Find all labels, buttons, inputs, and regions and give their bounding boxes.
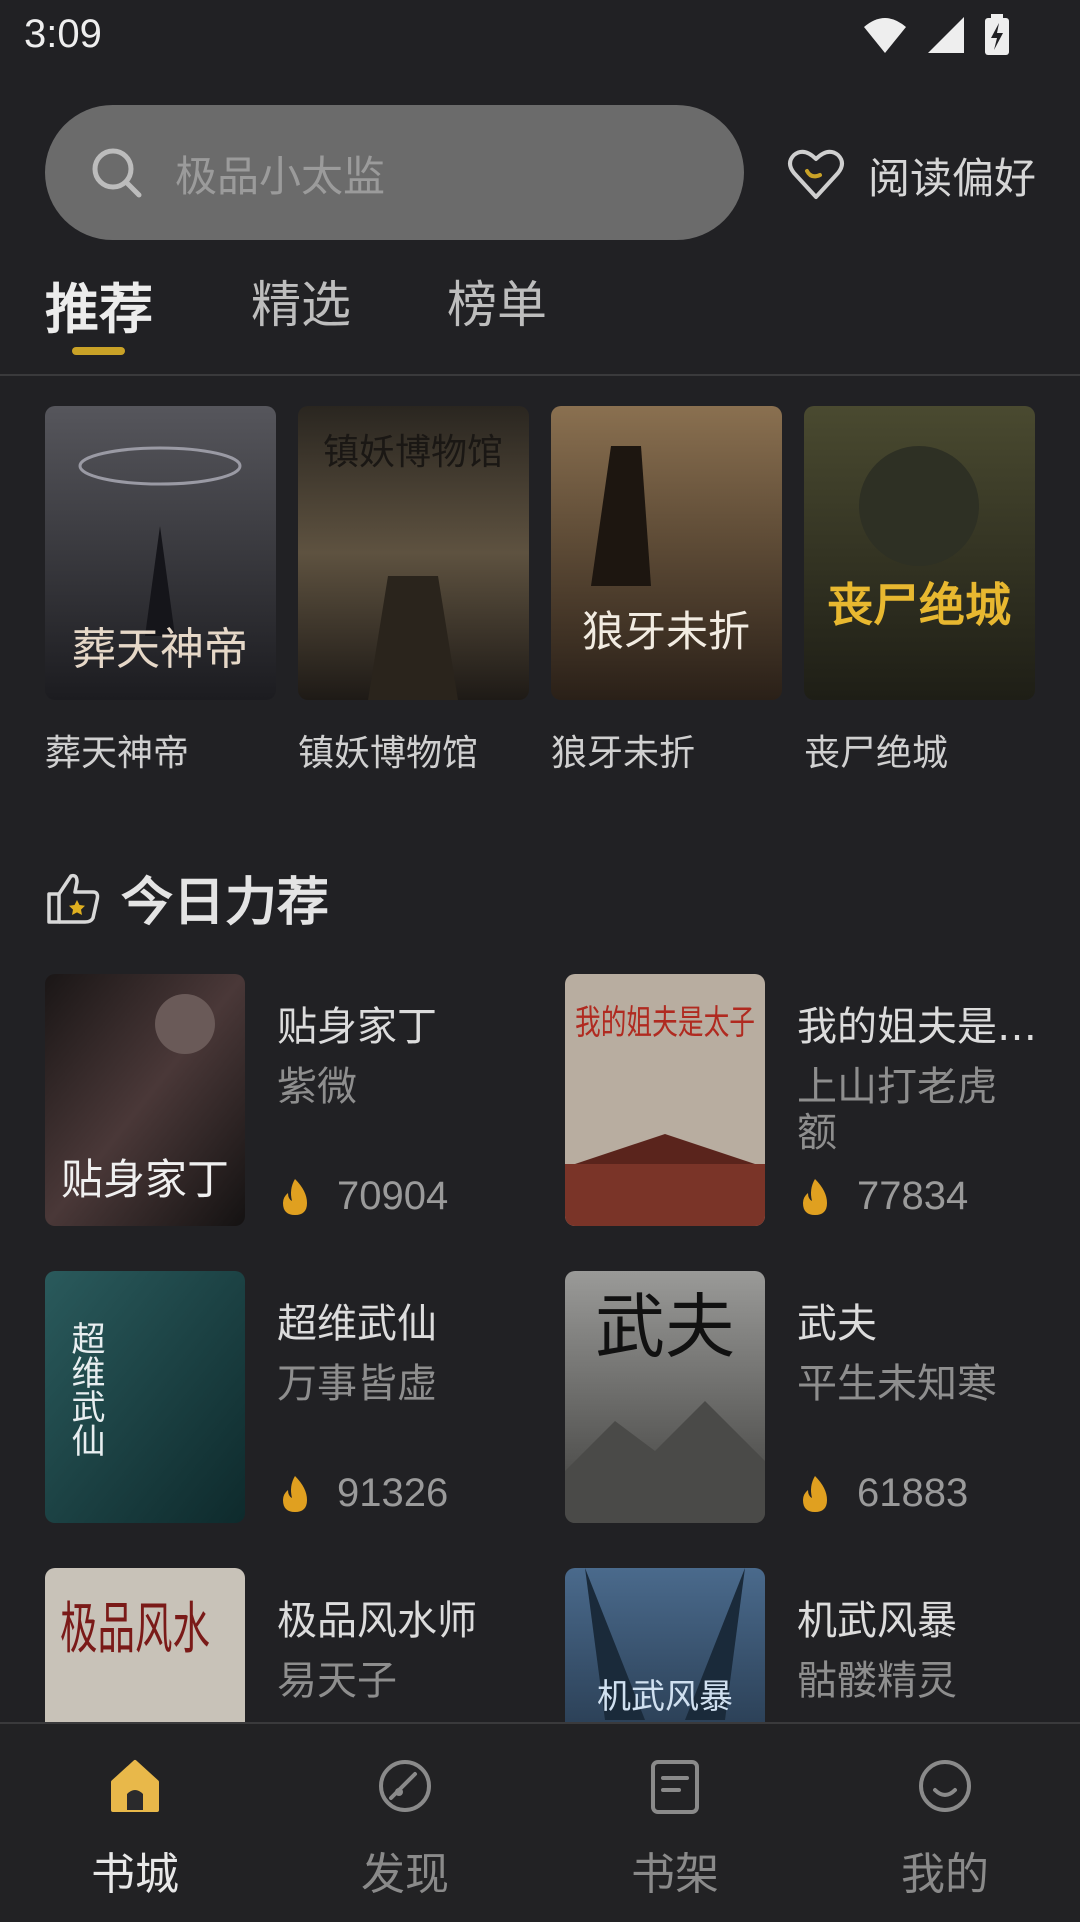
popularity-score: 77834 [857, 1174, 969, 1218]
recommendation-card[interactable]: 武夫 武夫 平生未知寒 61883 [565, 1271, 1065, 1523]
wifi-icon [864, 18, 906, 53]
recommendation-card[interactable]: 极品风水 极品风水师 易天子 [45, 1568, 545, 1722]
svg-text:极品风水: 极品风水 [60, 1597, 210, 1662]
reading-preference-label: 阅读偏好 [868, 153, 1037, 203]
book-card[interactable]: 丧尸绝城 丧尸绝城 [804, 406, 1035, 774]
book-cover: 丧尸绝城 [804, 406, 1035, 700]
book-author: 骷髅精灵 [797, 1658, 957, 1704]
book-title: 葬天神帝 [45, 733, 190, 774]
nav-label: 发现 [361, 1849, 449, 1900]
popularity-score: 70904 [337, 1174, 449, 1218]
section-header: 今日力荐 [45, 860, 329, 935]
search-placeholder: 极品小太监 [175, 152, 386, 201]
divider [0, 374, 1080, 376]
tab-rankings[interactable]: 榜单 [447, 265, 547, 337]
nav-bookshelf[interactable]: 书架 [540, 1724, 810, 1922]
nav-profile[interactable]: 我的 [810, 1724, 1080, 1922]
signal-icon [928, 17, 964, 53]
nav-label: 我的 [901, 1849, 989, 1900]
bookshelf-icon [651, 1760, 699, 1814]
book-cover: 贴身家丁 [45, 974, 245, 1226]
search-icon [92, 148, 142, 198]
nav-discover[interactable]: 发现 [270, 1724, 540, 1922]
fire-icon [283, 1475, 307, 1512]
book-title: 贴身家丁 [277, 1004, 437, 1050]
recommendation-list: 贴身家丁 贴身家丁 紫微 70904 我的姐夫是太子 我的姐夫是太子 上山打老虎… [0, 974, 1080, 1722]
recommendation-card[interactable]: 我的姐夫是太子 我的姐夫是太子 上山打老虎额 77834 [565, 974, 1065, 1226]
status-bar: 3:09 [0, 0, 1080, 72]
reading-preference-button[interactable]: 阅读偏好 [786, 140, 1036, 210]
book-card[interactable]: 葬天神帝 葬天神帝 [45, 406, 276, 774]
popularity: 61883 [797, 1471, 968, 1516]
svg-text:狼牙未折: 狼牙未折 [582, 607, 750, 656]
book-title: 丧尸绝城 [804, 733, 949, 774]
svg-text:丧尸绝城: 丧尸绝城 [827, 578, 1011, 632]
popularity: 70904 [277, 1174, 448, 1219]
book-cover: 极品风水 [45, 1568, 245, 1722]
nav-label: 书城 [91, 1849, 179, 1900]
fire-icon [803, 1178, 827, 1215]
profile-icon [919, 1760, 971, 1812]
book-cover: 狼牙未折 [551, 406, 782, 700]
battery-icon [985, 14, 1009, 55]
book-author: 易天子 [277, 1658, 397, 1704]
status-icons [862, 14, 1010, 56]
book-card[interactable]: 镇妖博物馆 镇妖博物馆 [298, 406, 529, 774]
book-author: 万事皆虚 [277, 1361, 437, 1407]
svg-text:超维武仙: 超维武仙 [65, 1321, 105, 1457]
svg-text:我的姐夫是太子: 我的姐夫是太子 [575, 1003, 755, 1043]
svg-text:武夫: 武夫 [595, 1286, 735, 1368]
fire-icon [803, 1475, 827, 1512]
book-title: 狼牙未折 [551, 733, 696, 774]
book-cover: 武夫 [565, 1271, 765, 1523]
book-cover: 葬天神帝 [45, 406, 276, 700]
tab-featured[interactable]: 精选 [251, 265, 351, 337]
book-card[interactable]: 狼牙未折 狼牙未折 [551, 406, 782, 774]
book-author: 上山打老虎额 [797, 1064, 997, 1156]
tab-indicator [72, 347, 125, 355]
book-cover: 镇妖博物馆 [298, 406, 529, 700]
popularity: 77834 [797, 1174, 968, 1219]
book-title: 机武风暴 [797, 1598, 957, 1644]
svg-text:镇妖博物馆: 镇妖博物馆 [323, 432, 503, 473]
book-title: 镇妖博物馆 [298, 733, 479, 774]
recommendation-card[interactable]: 贴身家丁 贴身家丁 紫微 70904 [45, 974, 545, 1226]
recommendation-card[interactable]: 超维武仙 超维武仙 万事皆虚 91326 [45, 1271, 545, 1523]
recommendation-card[interactable]: 机武风暴 机武风暴 骷髅精灵 [565, 1568, 1065, 1722]
svg-text:机武风暴: 机武风暴 [597, 1677, 733, 1717]
svg-text:贴身家丁: 贴身家丁 [61, 1155, 229, 1204]
nav-label: 书架 [631, 1849, 719, 1900]
svg-text:葬天神帝: 葬天神帝 [72, 624, 248, 675]
popularity-score: 91326 [337, 1471, 449, 1515]
book-cover: 超维武仙 [45, 1271, 245, 1523]
thumbs-up-icon [47, 873, 100, 924]
book-author: 平生未知寒 [797, 1361, 997, 1407]
popularity-score: 61883 [857, 1471, 969, 1515]
discover-icon [379, 1760, 431, 1812]
nav-bookstore[interactable]: 书城 [0, 1724, 270, 1922]
tab-recommend[interactable]: 推荐 [45, 265, 153, 344]
book-title: 我的姐夫是太子 [797, 1004, 1065, 1050]
heart-icon [788, 149, 844, 199]
book-author: 紫微 [277, 1064, 357, 1110]
book-title: 超维武仙 [277, 1301, 437, 1347]
book-cover: 我的姐夫是太子 [565, 974, 765, 1226]
home-icon [111, 1760, 159, 1812]
book-title: 武夫 [797, 1301, 877, 1347]
fire-icon [283, 1178, 307, 1215]
book-cover: 机武风暴 [565, 1568, 765, 1722]
section-title: 今日力荐 [121, 872, 330, 933]
status-time: 3:09 [24, 12, 102, 56]
bottom-nav: 书城 发现 书架 我的 [0, 1722, 1080, 1922]
book-title: 极品风水师 [277, 1598, 477, 1644]
search-bar[interactable]: 极品小太监 [45, 105, 744, 240]
popularity: 91326 [277, 1471, 448, 1516]
